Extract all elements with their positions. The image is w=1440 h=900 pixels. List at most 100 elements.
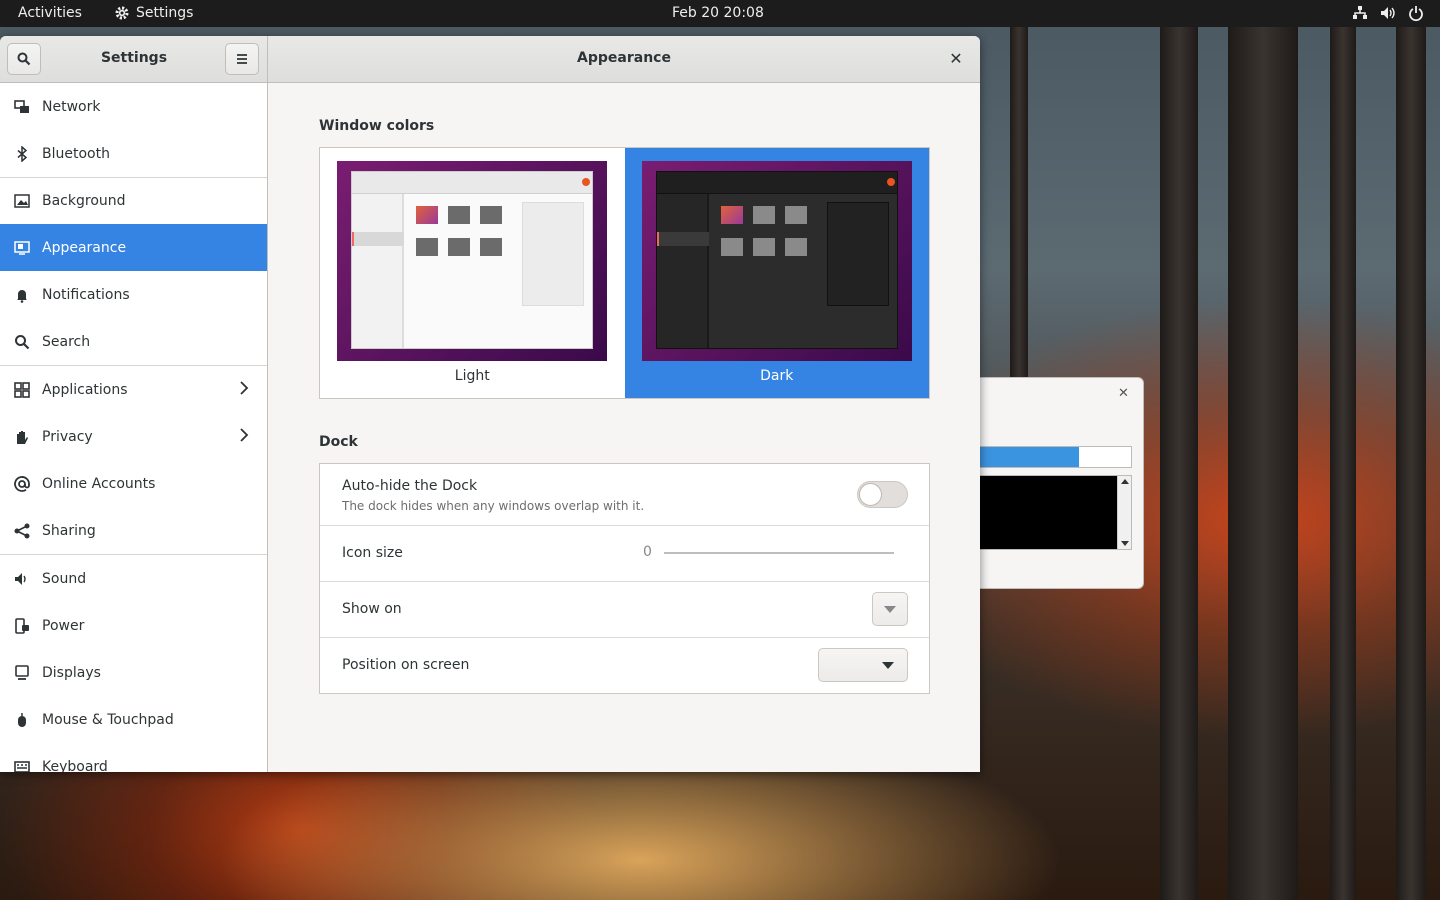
- sidebar-item-label: Sharing: [42, 522, 96, 539]
- bell-icon: [14, 287, 30, 303]
- sidebar-item-power[interactable]: Power: [0, 602, 267, 649]
- app-name: Settings: [136, 5, 194, 21]
- background-icon: [14, 193, 30, 209]
- dock-title: Dock: [319, 434, 358, 450]
- tree-trunk: [1010, 27, 1028, 387]
- network-wired-icon[interactable]: [1352, 4, 1368, 22]
- background-dialog[interactable]: ✕: [980, 377, 1144, 589]
- appearance-icon: [14, 240, 30, 256]
- chevron-right-icon: [239, 381, 249, 399]
- sidebar-item-label: Notifications: [42, 286, 130, 303]
- volume-icon[interactable]: [1380, 4, 1396, 22]
- sidebar-item-keyboard[interactable]: Keyboard: [0, 743, 267, 772]
- speaker-icon: [14, 571, 30, 587]
- sidebar-item-label: Network: [42, 98, 101, 115]
- sidebar-item-bluetooth[interactable]: Bluetooth: [0, 130, 267, 177]
- power-icon[interactable]: [1408, 4, 1424, 22]
- light-variant-option[interactable]: Light: [320, 148, 625, 398]
- sidebar-item-label: Power: [42, 617, 85, 634]
- window-colors-title: Window colors: [319, 118, 435, 134]
- page-title: Appearance: [577, 50, 671, 66]
- header-bar: Settings Appearance ✕: [0, 36, 980, 83]
- tree-trunk: [1160, 27, 1198, 900]
- dark-variant-option[interactable]: Dark: [624, 148, 929, 398]
- hamburger-icon: [237, 54, 247, 64]
- applications-icon: [14, 381, 30, 398]
- app-menu[interactable]: Settings: [114, 5, 193, 21]
- position-dropdown[interactable]: [818, 648, 908, 682]
- dialog-progress-fill: [980, 447, 1079, 467]
- toggle-knob: [859, 483, 882, 506]
- sidebar-item-applications[interactable]: Applications: [0, 366, 267, 413]
- chevron-down-icon: [884, 606, 896, 613]
- show-on-row: Show on: [320, 582, 929, 638]
- sidebar-item-background[interactable]: Background: [0, 178, 267, 224]
- light-preview: [337, 161, 607, 361]
- sidebar-item-label: Privacy: [42, 428, 93, 445]
- share-icon: [14, 523, 30, 539]
- show-on-label: Show on: [342, 601, 402, 617]
- close-button[interactable]: ✕: [944, 48, 968, 72]
- system-tray[interactable]: [1352, 4, 1424, 22]
- dock-settings-list: Auto-hide the Dock The dock hides when a…: [319, 463, 930, 694]
- activities-button[interactable]: Activities: [18, 5, 82, 21]
- at-icon: [14, 475, 30, 492]
- autohide-toggle[interactable]: [857, 481, 908, 508]
- icon-size-value: 0: [643, 544, 652, 560]
- sidebar-item-sound[interactable]: Sound: [0, 555, 267, 602]
- sidebar: Network Bluetooth Background Appearance …: [0, 83, 268, 772]
- autohide-row: Auto-hide the Dock The dock hides when a…: [320, 464, 929, 526]
- hand-icon: [14, 429, 30, 445]
- position-label: Position on screen: [342, 657, 470, 673]
- sidebar-item-label: Displays: [42, 664, 101, 681]
- sidebar-item-label: Search: [42, 333, 91, 350]
- sidebar-header: Settings: [0, 36, 268, 83]
- search-icon: [14, 334, 30, 350]
- window-colors-chooser: Light Dark: [319, 147, 930, 399]
- sidebar-item-displays[interactable]: Displays: [0, 649, 267, 696]
- sidebar-item-label: Mouse & Touchpad: [42, 711, 174, 728]
- sidebar-item-privacy[interactable]: Privacy: [0, 413, 267, 460]
- dialog-scrollbar[interactable]: [1117, 476, 1131, 549]
- dialog-progress-bar: [980, 446, 1132, 468]
- show-on-dropdown[interactable]: [872, 592, 908, 626]
- sidebar-item-search[interactable]: Search: [0, 318, 267, 365]
- sidebar-item-notifications[interactable]: Notifications: [0, 271, 267, 318]
- dark-label: Dark: [760, 368, 794, 384]
- keyboard-icon: [14, 759, 30, 772]
- sidebar-item-network[interactable]: Network: [0, 83, 267, 130]
- sidebar-item-online-accounts[interactable]: Online Accounts: [0, 460, 267, 507]
- chevron-down-icon: [882, 662, 894, 669]
- icon-size-slider[interactable]: [664, 552, 894, 554]
- sidebar-item-label: Bluetooth: [42, 145, 110, 162]
- menu-button[interactable]: [225, 43, 259, 75]
- chevron-right-icon: [239, 428, 249, 446]
- sidebar-item-label: Sound: [42, 570, 87, 587]
- sidebar-item-label: Background: [42, 193, 126, 209]
- top-bar: Activities Settings Feb 20 20:08: [0, 0, 1440, 27]
- sidebar-item-label: Online Accounts: [42, 475, 156, 492]
- power-plug-icon: [14, 617, 30, 634]
- sidebar-item-appearance[interactable]: Appearance: [0, 224, 267, 271]
- icon-size-row: Icon size 0: [320, 526, 929, 582]
- autohide-label: Auto-hide the Dock: [342, 478, 478, 494]
- dark-preview: [641, 161, 912, 361]
- bluetooth-icon: [14, 145, 30, 162]
- dialog-close-icon[interactable]: ✕: [1118, 386, 1129, 401]
- sidebar-item-sharing[interactable]: Sharing: [0, 507, 267, 554]
- appearance-panel: Window colors Light Dark Dock Auto-hide …: [269, 83, 980, 772]
- sidebar-item-label: Appearance: [42, 239, 127, 256]
- position-row: Position on screen: [320, 638, 929, 693]
- network-icon: [14, 99, 30, 115]
- settings-window: Settings Appearance ✕ Network Bluetooth …: [0, 36, 980, 772]
- light-label: Light: [454, 368, 490, 384]
- sidebar-item-mouse-touchpad[interactable]: Mouse & Touchpad: [0, 696, 267, 743]
- mouse-icon: [14, 712, 30, 728]
- autohide-description: The dock hides when any windows overlap …: [342, 499, 645, 513]
- close-icon: ✕: [949, 49, 963, 68]
- sidebar-item-label: Applications: [42, 381, 128, 398]
- sidebar-item-label: Keyboard: [42, 758, 108, 773]
- clock[interactable]: Feb 20 20:08: [672, 5, 764, 21]
- tree-trunk: [1330, 27, 1356, 900]
- dialog-text-area[interactable]: [980, 475, 1132, 550]
